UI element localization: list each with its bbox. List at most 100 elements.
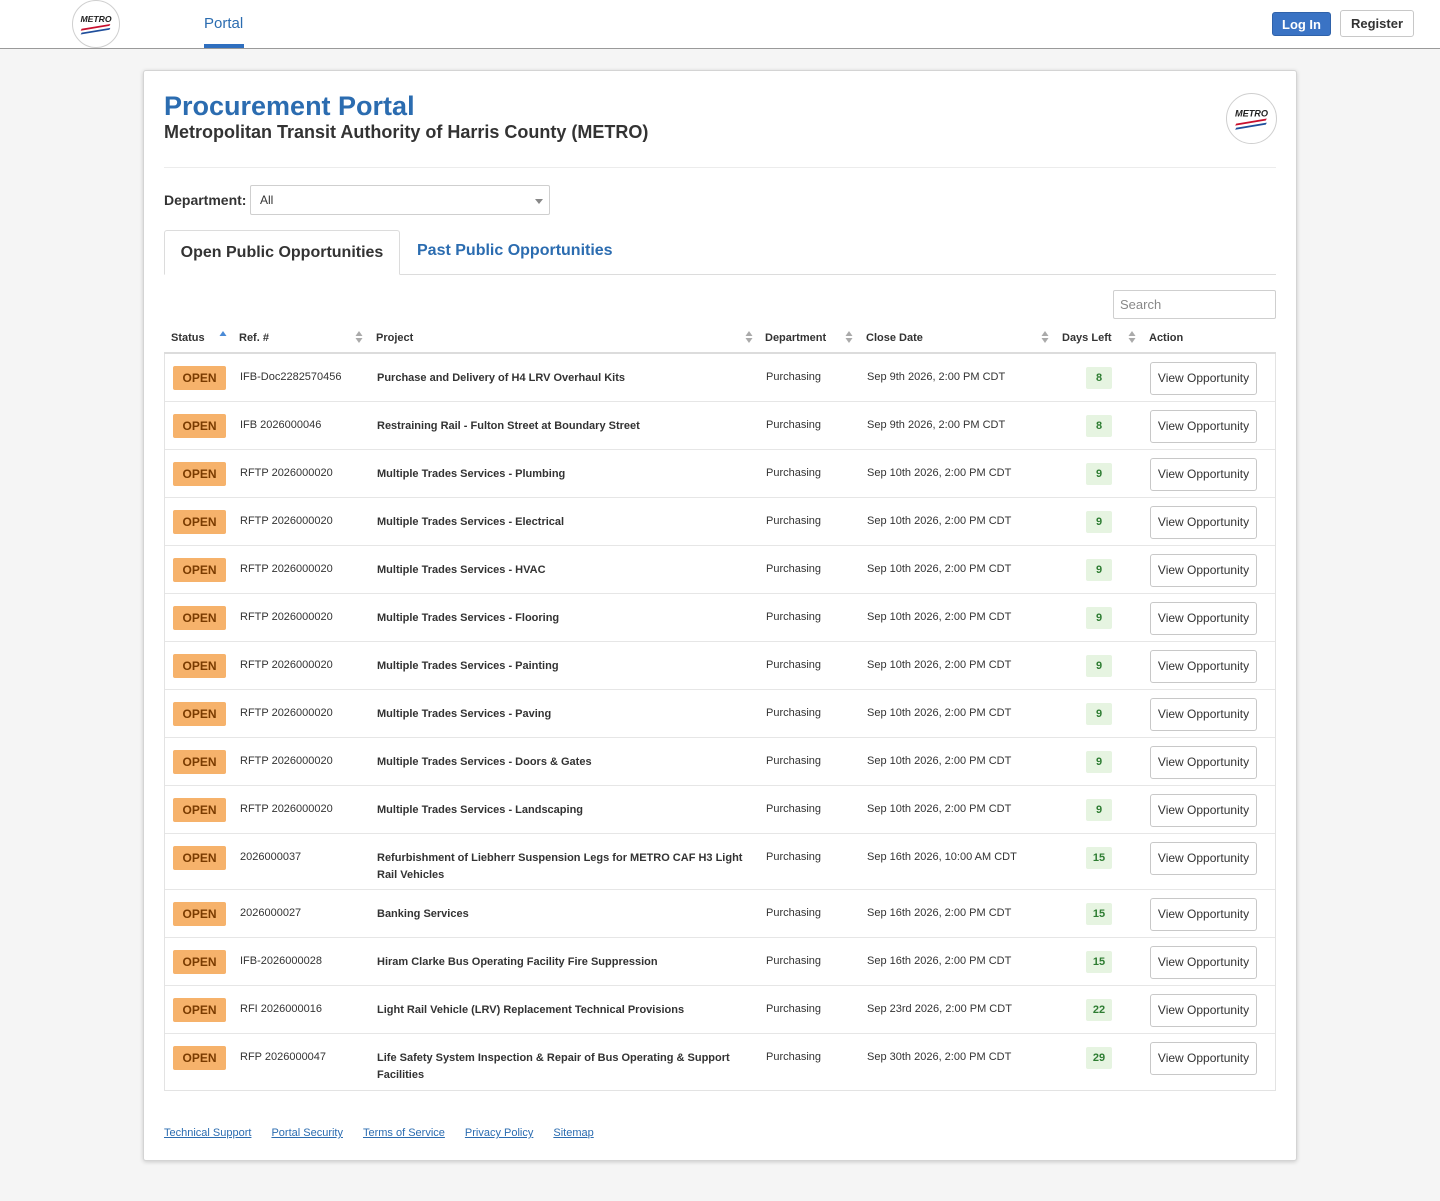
department-label: Department:: [164, 192, 247, 208]
sort-arrows-icon[interactable]: [355, 330, 363, 344]
close-date: Sep 30th 2026, 2:00 PM CDT: [867, 1051, 1012, 1063]
view-opportunity-button[interactable]: View Opportunity: [1150, 602, 1257, 635]
days-left-badge: 9: [1086, 463, 1112, 485]
sort-arrows-icon[interactable]: [1041, 330, 1049, 344]
status-badge: OPEN: [173, 654, 226, 678]
status-badge: OPEN: [173, 750, 226, 774]
status-badge: OPEN: [173, 902, 226, 926]
department-value: Purchasing: [766, 467, 822, 479]
footer-link-terms-of-service[interactable]: Terms of Service: [363, 1127, 445, 1139]
view-opportunity-button[interactable]: View Opportunity: [1150, 554, 1257, 587]
sort-arrows-icon[interactable]: [845, 330, 853, 344]
status-badge: OPEN: [173, 1046, 226, 1070]
view-opportunity-button[interactable]: View Opportunity: [1150, 946, 1257, 979]
close-date: Sep 16th 2026, 10:00 AM CDT: [867, 851, 1017, 863]
days-left-badge: 8: [1086, 367, 1112, 389]
status-badge: OPEN: [173, 950, 226, 974]
footer-link-portal-security[interactable]: Portal Security: [271, 1127, 343, 1139]
ref-number: 2026000027: [240, 907, 302, 919]
project-name: Multiple Trades Services - Doors & Gates: [377, 756, 592, 768]
footer-link-privacy-policy[interactable]: Privacy Policy: [465, 1127, 533, 1139]
col-header-project[interactable]: Project: [376, 332, 413, 344]
days-left-badge: 15: [1086, 903, 1112, 925]
project-name: Multiple Trades Services - Electrical: [377, 516, 565, 528]
project-name: Hiram Clarke Bus Operating Facility Fire…: [377, 956, 658, 968]
table-row: OPEN IFB-2026000028 Hiram Clarke Bus Opera…: [165, 938, 1275, 986]
days-left-badge: 15: [1086, 951, 1112, 973]
department-value: Purchasing: [766, 1051, 822, 1063]
ref-number: RFTP 2026000020: [240, 611, 333, 623]
svg-text:METRO: METRO: [80, 14, 111, 24]
department-select-value: All: [260, 193, 274, 207]
view-opportunity-button[interactable]: View Opportunity: [1150, 898, 1257, 931]
days-left-badge: 8: [1086, 415, 1112, 437]
view-opportunity-button[interactable]: View Opportunity: [1150, 410, 1257, 443]
project-name: Life Safety System Inspection & Repair o…: [377, 1052, 730, 1081]
search-input[interactable]: [1113, 290, 1276, 319]
department-value: Purchasing: [766, 659, 822, 671]
project-name: Refurbishment of Liebherr Suspension Leg…: [377, 852, 743, 881]
ref-number: RFTP 2026000020: [240, 467, 333, 479]
view-opportunity-button[interactable]: View Opportunity: [1150, 650, 1257, 683]
col-header-ref[interactable]: Ref. #: [239, 332, 269, 344]
sort-asc-icon[interactable]: [219, 330, 227, 344]
department-select[interactable]: All: [250, 185, 550, 215]
view-opportunity-button[interactable]: View Opportunity: [1150, 458, 1257, 491]
footer-link-technical-support[interactable]: Technical Support: [164, 1127, 251, 1139]
register-button[interactable]: Register: [1340, 10, 1414, 37]
department-value: Purchasing: [766, 419, 822, 431]
col-header-days-left[interactable]: Days Left: [1062, 332, 1112, 344]
page-subtitle: Metropolitan Transit Authority of Harris…: [164, 122, 649, 142]
status-badge: OPEN: [173, 998, 226, 1022]
metro-logo-icon[interactable]: METRO: [72, 0, 120, 48]
view-opportunity-button[interactable]: View Opportunity: [1150, 506, 1257, 539]
days-left-badge: 9: [1086, 799, 1112, 821]
ref-number: RFTP 2026000020: [240, 515, 333, 527]
status-badge: OPEN: [173, 414, 226, 438]
login-button[interactable]: Log In: [1272, 12, 1331, 36]
col-header-status[interactable]: Status: [171, 332, 205, 344]
view-opportunity-button[interactable]: View Opportunity: [1150, 994, 1257, 1027]
sort-arrows-icon[interactable]: [745, 330, 753, 344]
col-header-department[interactable]: Department: [765, 332, 826, 344]
status-badge: OPEN: [173, 462, 226, 486]
view-opportunity-button[interactable]: View Opportunity: [1150, 1042, 1257, 1075]
table-row: OPEN RFTP 2026000020 Multiple Trades Servi…: [165, 786, 1275, 834]
days-left-badge: 29: [1086, 1047, 1112, 1069]
status-badge: OPEN: [173, 558, 226, 582]
table-row: OPEN 2026000027 Banking Services Purchasing…: [165, 890, 1275, 938]
view-opportunity-button[interactable]: View Opportunity: [1150, 698, 1257, 731]
department-value: Purchasing: [766, 755, 822, 767]
table-header: Status Ref. # Project Department Close D…: [164, 327, 1276, 354]
table-row: OPEN IFB 2026000046 Restraining Rail - Ful…: [165, 402, 1275, 450]
ref-number: RFTP 2026000020: [240, 659, 333, 671]
project-name: Multiple Trades Services - Painting: [377, 660, 559, 672]
col-header-close-date[interactable]: Close Date: [866, 332, 923, 344]
table-body: OPEN IFB-Doc2282570456 Purchase and Delive…: [164, 354, 1276, 1091]
ref-number: IFB-2026000028: [240, 955, 322, 967]
tab-open-opportunities[interactable]: Open Public Opportunities: [164, 230, 400, 275]
department-value: Purchasing: [766, 1003, 822, 1015]
ref-number: RFTP 2026000020: [240, 755, 333, 767]
department-value: Purchasing: [766, 515, 822, 527]
close-date: Sep 10th 2026, 2:00 PM CDT: [867, 659, 1012, 671]
status-badge: OPEN: [173, 846, 226, 870]
close-date: Sep 16th 2026, 2:00 PM CDT: [867, 907, 1012, 919]
ref-number: RFTP 2026000020: [240, 803, 333, 815]
tab-past-opportunities[interactable]: Past Public Opportunities: [417, 242, 613, 260]
project-name: Multiple Trades Services - Paving: [377, 708, 552, 720]
view-opportunity-button[interactable]: View Opportunity: [1150, 746, 1257, 779]
view-opportunity-button[interactable]: View Opportunity: [1150, 842, 1257, 875]
days-left-badge: 9: [1086, 703, 1112, 725]
close-date: Sep 10th 2026, 2:00 PM CDT: [867, 563, 1012, 575]
view-opportunity-button[interactable]: View Opportunity: [1150, 362, 1257, 395]
sort-arrows-icon[interactable]: [1128, 330, 1136, 344]
footer-links: Technical Support Portal Security Terms of…: [164, 1127, 614, 1139]
svg-text:METRO: METRO: [1235, 108, 1268, 118]
view-opportunity-button[interactable]: View Opportunity: [1150, 794, 1257, 827]
table-row: OPEN RFTP 2026000020 Multiple Trades Servi…: [165, 690, 1275, 738]
close-date: Sep 23rd 2026, 2:00 PM CDT: [867, 1003, 1012, 1015]
footer-link-sitemap[interactable]: Sitemap: [553, 1127, 593, 1139]
nav-portal-link[interactable]: Portal: [204, 15, 243, 32]
ref-number: RFTP 2026000020: [240, 707, 333, 719]
